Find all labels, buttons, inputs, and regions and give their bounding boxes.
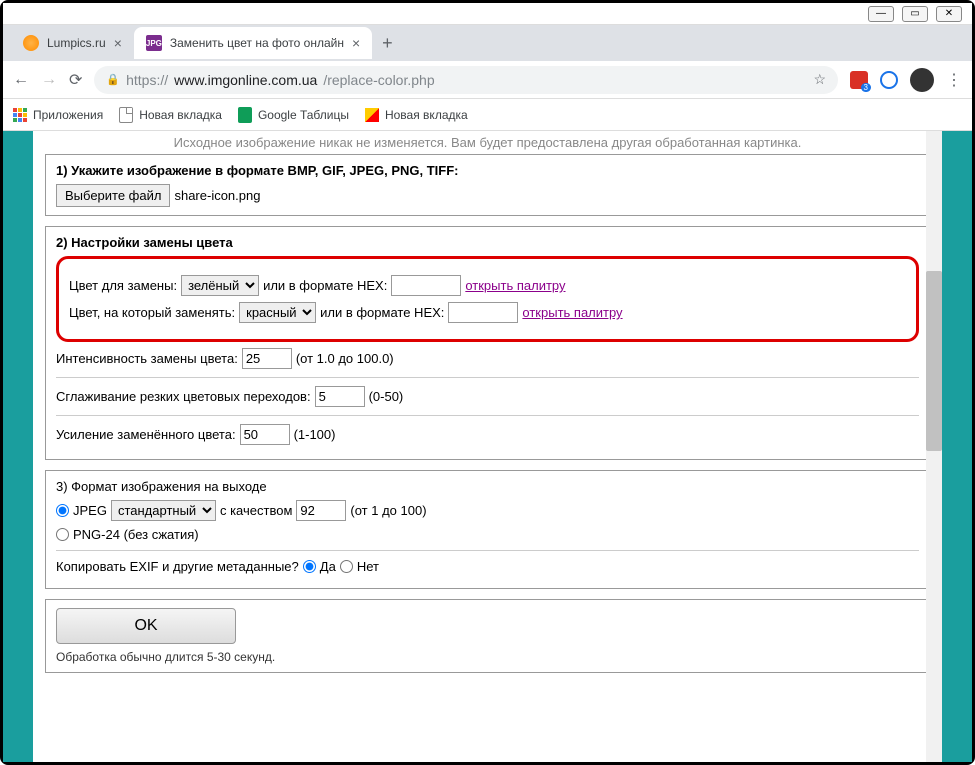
lock-icon: 🔒 [106, 73, 120, 86]
quality-input[interactable] [296, 500, 346, 521]
png-radio[interactable] [56, 528, 69, 541]
label: Усиление заменённого цвета: [56, 427, 236, 442]
jpeg-type-select[interactable]: стандартный [111, 500, 216, 521]
orange-icon [23, 35, 39, 51]
url-input[interactable]: 🔒 https:// www.imgonline.com.ua/replace-c… [94, 66, 838, 94]
jpg-icon: JPG [146, 35, 162, 51]
scrollbar[interactable] [926, 131, 942, 762]
bookmark-label: Новая вкладка [139, 108, 222, 122]
tab-imgonline[interactable]: JPG Заменить цвет на фото онлайн × [134, 27, 372, 59]
close-icon[interactable]: × [352, 35, 360, 51]
bookmark-item[interactable]: Новая вкладка [365, 108, 468, 122]
adblock-icon[interactable] [850, 71, 868, 89]
choose-file-button[interactable]: Выберите файл [56, 184, 170, 207]
label: PNG-24 (без сжатия) [73, 527, 199, 542]
file-name: share-icon.png [174, 188, 260, 203]
section-file: 1) Укажите изображение в формате BMP, GI… [45, 154, 930, 216]
label: JPEG [73, 503, 107, 518]
section-output: 3) Формат изображения на выходе JPEG ста… [45, 470, 930, 589]
exif-no-radio[interactable] [340, 560, 353, 573]
processing-note: Обработка обычно длится 5-30 секунд. [56, 650, 919, 664]
open-palette-link[interactable]: открыть палитру [522, 305, 622, 320]
divider [56, 550, 919, 551]
highlight-box: Цвет для замены: зелёный или в формате H… [56, 256, 919, 342]
url-path: /replace-color.php [323, 72, 434, 88]
range-hint: (от 1.0 до 100.0) [296, 351, 394, 366]
yandex-icon [365, 108, 379, 122]
minimize-button[interactable]: — [868, 6, 894, 22]
tab-label: Заменить цвет на фото онлайн [170, 36, 344, 50]
url-scheme: https:// [126, 72, 168, 88]
range-hint: (1-100) [294, 427, 336, 442]
apps-bookmark[interactable]: Приложения [13, 108, 103, 122]
label: Цвет, на который заменять: [69, 305, 235, 320]
jpeg-radio[interactable] [56, 504, 69, 517]
globe-icon[interactable] [880, 71, 898, 89]
reload-icon[interactable]: ⟳ [69, 70, 82, 90]
tab-label: Lumpics.ru [47, 36, 106, 50]
bookmark-label: Google Таблицы [258, 108, 349, 122]
maximize-button[interactable]: ▭ [902, 6, 928, 22]
page-icon [119, 107, 133, 123]
apps-icon [13, 108, 27, 122]
bookmark-label: Приложения [33, 108, 103, 122]
avatar[interactable] [910, 68, 934, 92]
section-title: 3) Формат изображения на выходе [56, 479, 919, 494]
forward-icon: → [41, 71, 57, 89]
close-icon[interactable]: × [114, 35, 122, 51]
label: или в формате HEX: [263, 278, 387, 293]
label: Цвет для замены: [69, 278, 177, 293]
hex-to-input[interactable] [448, 302, 518, 323]
back-icon[interactable]: ← [13, 71, 29, 89]
label: Сглаживание резких цветовых переходов: [56, 389, 311, 404]
address-bar: ← → ⟳ 🔒 https:// www.imgonline.com.ua/rep… [3, 61, 972, 99]
divider [56, 415, 919, 416]
viewport: Исходное изображение никак не изменяется… [3, 131, 972, 762]
label: Интенсивность замены цвета: [56, 351, 238, 366]
hex-from-input[interactable] [391, 275, 461, 296]
menu-icon[interactable]: ⋮ [946, 70, 962, 90]
scroll-thumb[interactable] [926, 271, 942, 451]
bookmark-item[interactable]: Новая вкладка [119, 107, 222, 123]
range-hint: (от 1 до 100) [350, 503, 426, 518]
open-palette-link[interactable]: открыть палитру [465, 278, 565, 293]
label: с качеством [220, 503, 292, 518]
cutoff-text: Исходное изображение никак не изменяется… [45, 131, 930, 154]
label: Нет [357, 559, 379, 574]
sheets-icon [238, 107, 252, 123]
tab-bar: Lumpics.ru × JPG Заменить цвет на фото о… [3, 25, 972, 61]
intensity-input[interactable] [242, 348, 292, 369]
close-button[interactable]: ✕ [936, 6, 962, 22]
exif-yes-radio[interactable] [303, 560, 316, 573]
label: Копировать EXIF и другие метаданные? [56, 559, 299, 574]
bookmark-label: Новая вкладка [385, 108, 468, 122]
smooth-input[interactable] [315, 386, 365, 407]
label: или в формате HEX: [320, 305, 444, 320]
tab-lumpics[interactable]: Lumpics.ru × [11, 27, 134, 59]
bookmarks-bar: Приложения Новая вкладка Google Таблицы … [3, 99, 972, 131]
window-titlebar: — ▭ ✕ [3, 3, 972, 25]
section-color-settings: 2) Настройки замены цвета Цвет для замен… [45, 226, 930, 460]
divider [56, 377, 919, 378]
color-to-select[interactable]: красный [239, 302, 316, 323]
color-from-select[interactable]: зелёный [181, 275, 259, 296]
section-submit: OK Обработка обычно длится 5-30 секунд. [45, 599, 930, 673]
star-icon[interactable]: ☆ [813, 71, 826, 88]
new-tab-button[interactable]: + [372, 33, 403, 54]
label: Да [320, 559, 336, 574]
boost-input[interactable] [240, 424, 290, 445]
bookmark-item[interactable]: Google Таблицы [238, 107, 349, 123]
section-title: 2) Настройки замены цвета [56, 235, 919, 250]
section-title: 1) Укажите изображение в формате BMP, GI… [56, 163, 919, 178]
url-host: www.imgonline.com.ua [174, 72, 317, 88]
ok-button[interactable]: OK [56, 608, 236, 644]
range-hint: (0-50) [369, 389, 404, 404]
page-content: Исходное изображение никак не изменяется… [33, 131, 942, 762]
